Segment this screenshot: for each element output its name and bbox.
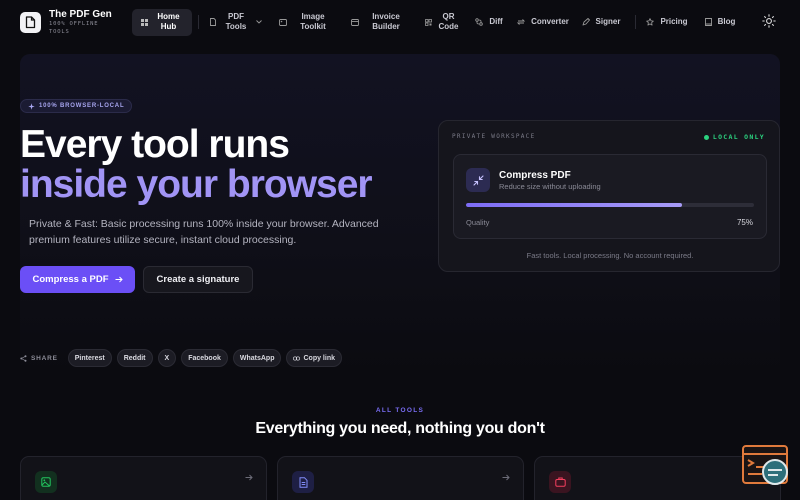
top-navbar: The PDF Gen 100% OFFLINE TOOLS Home Hub P… bbox=[0, 0, 800, 44]
document-icon bbox=[292, 471, 314, 493]
create-signature-button[interactable]: Create a signature bbox=[143, 266, 253, 293]
brand-subtitle: 100% OFFLINE TOOLS bbox=[49, 20, 112, 36]
share-x-button[interactable]: X bbox=[157, 349, 177, 367]
nav-item-label: Home Hub bbox=[157, 12, 180, 31]
tool-subtitle: Reduce size without uploading bbox=[499, 182, 601, 191]
nav-divider bbox=[198, 15, 199, 29]
hero-title-line-2: inside your browser bbox=[20, 163, 373, 206]
private-workspace-card: PRIVATE WORKSPACE LOCAL ONLY Compress PD… bbox=[438, 120, 780, 272]
nav-item-label: Diff bbox=[489, 17, 503, 26]
nav-item-pdf-tools[interactable]: PDF Tools bbox=[205, 9, 267, 36]
converter-icon bbox=[517, 19, 526, 25]
nav-item-label: Signer bbox=[595, 17, 621, 26]
sun-icon bbox=[762, 14, 776, 28]
nav-item-label: PDF Tools bbox=[225, 12, 247, 31]
badge-label: 100% BROWSER-LOCAL bbox=[39, 103, 125, 109]
share-pinterest-button[interactable]: Pinterest bbox=[67, 349, 112, 367]
share-bar: SHARE Pinterest Reddit X Facebook WhatsA… bbox=[20, 349, 342, 367]
status-label: LOCAL ONLY bbox=[712, 133, 765, 141]
code-help-icon bbox=[742, 445, 788, 485]
diff-icon bbox=[475, 18, 484, 26]
arrow-right-icon bbox=[502, 474, 510, 481]
tool-card-image[interactable] bbox=[20, 456, 267, 500]
copy-link-button[interactable]: Copy link bbox=[286, 349, 342, 367]
quality-slider[interactable] bbox=[466, 203, 754, 207]
nav-item-label: Image Toolkit bbox=[300, 12, 326, 31]
nav-item-pricing[interactable]: Pricing bbox=[644, 9, 690, 36]
share-reddit-button[interactable]: Reddit bbox=[116, 349, 153, 367]
quality-label: Quality bbox=[466, 218, 490, 227]
share-label: SHARE bbox=[20, 355, 58, 362]
brand-subtitle-line: 100% OFFLINE bbox=[49, 20, 99, 27]
local-only-status: LOCAL ONLY bbox=[703, 133, 765, 141]
button-label: Compress a PDF bbox=[32, 274, 109, 285]
hero-title-line-1: Every tool runs bbox=[20, 123, 290, 166]
nav-item-label: Pricing bbox=[660, 17, 688, 26]
nav-item-label: Blog bbox=[717, 17, 736, 26]
nav-item-home-hub[interactable]: Home Hub bbox=[132, 8, 192, 36]
browser-local-badge: 100% BROWSER-LOCAL bbox=[20, 99, 133, 113]
tool-card-document[interactable] bbox=[277, 456, 524, 500]
document-icon bbox=[210, 18, 216, 26]
status-dot-icon bbox=[703, 134, 709, 140]
share-facebook-button[interactable]: Facebook bbox=[181, 349, 228, 367]
nav-item-blog[interactable]: Blog bbox=[700, 9, 740, 36]
link-icon bbox=[293, 355, 301, 361]
nav-item-qr-code[interactable]: QR Code bbox=[417, 9, 467, 36]
section-title: Everything you need, nothing you don't bbox=[255, 420, 545, 437]
grid-icon bbox=[140, 18, 148, 26]
nav-item-label: Invoice Builder bbox=[372, 12, 400, 31]
quality-slider-fill bbox=[466, 203, 682, 207]
arrow-right-icon bbox=[245, 474, 253, 481]
sparkle-icon bbox=[28, 102, 35, 110]
nav-item-signer[interactable]: Signer bbox=[575, 9, 627, 36]
compress-icon bbox=[466, 168, 490, 192]
image-icon bbox=[35, 471, 57, 493]
qr-icon bbox=[424, 18, 432, 26]
quality-value: 75% bbox=[736, 218, 753, 227]
share-label-text: SHARE bbox=[31, 354, 58, 362]
invoice-icon bbox=[351, 18, 359, 26]
arrow-right-icon bbox=[115, 276, 123, 283]
nav-item-label: Converter bbox=[531, 17, 569, 26]
chevron-down-icon bbox=[256, 20, 262, 24]
pen-icon bbox=[582, 18, 590, 26]
nav-item-image-toolkit[interactable]: Image Toolkit bbox=[273, 9, 339, 36]
image-icon bbox=[279, 18, 287, 26]
brand-title: The PDF Gen bbox=[49, 8, 112, 20]
section-label: ALL TOOLS bbox=[375, 407, 425, 414]
document-logo-icon bbox=[20, 11, 41, 33]
nav-item-diff[interactable]: Diff bbox=[469, 9, 509, 36]
copy-link-label: Copy link bbox=[303, 354, 335, 362]
compress-tool-panel: Compress PDF Reduce size without uploadi… bbox=[453, 154, 767, 239]
tool-name: Compress PDF bbox=[499, 170, 571, 181]
book-icon bbox=[704, 18, 712, 26]
workspace-label: PRIVATE WORKSPACE bbox=[452, 133, 536, 140]
star-icon bbox=[646, 18, 655, 26]
workspace-footer: Fast tools. Local processing. No account… bbox=[526, 251, 694, 260]
nav-divider bbox=[635, 15, 636, 29]
hero-description: Private & Fast: Basic processing runs 10… bbox=[29, 218, 379, 246]
help-widget-button[interactable] bbox=[742, 445, 790, 487]
briefcase-icon bbox=[549, 471, 571, 493]
share-whatsapp-button[interactable]: WhatsApp bbox=[232, 349, 282, 367]
brand-logo[interactable]: The PDF Gen 100% OFFLINE TOOLS bbox=[20, 9, 138, 36]
nav-item-invoice-builder[interactable]: Invoice Builder bbox=[343, 9, 415, 36]
nav-item-converter[interactable]: Converter bbox=[511, 9, 575, 36]
theme-toggle-button[interactable] bbox=[762, 14, 776, 28]
brand-subtitle-line: TOOLS bbox=[49, 28, 70, 35]
nav-item-label: QR Code bbox=[438, 12, 459, 31]
share-icon bbox=[20, 354, 27, 362]
compress-pdf-button[interactable]: Compress a PDF bbox=[20, 266, 135, 293]
